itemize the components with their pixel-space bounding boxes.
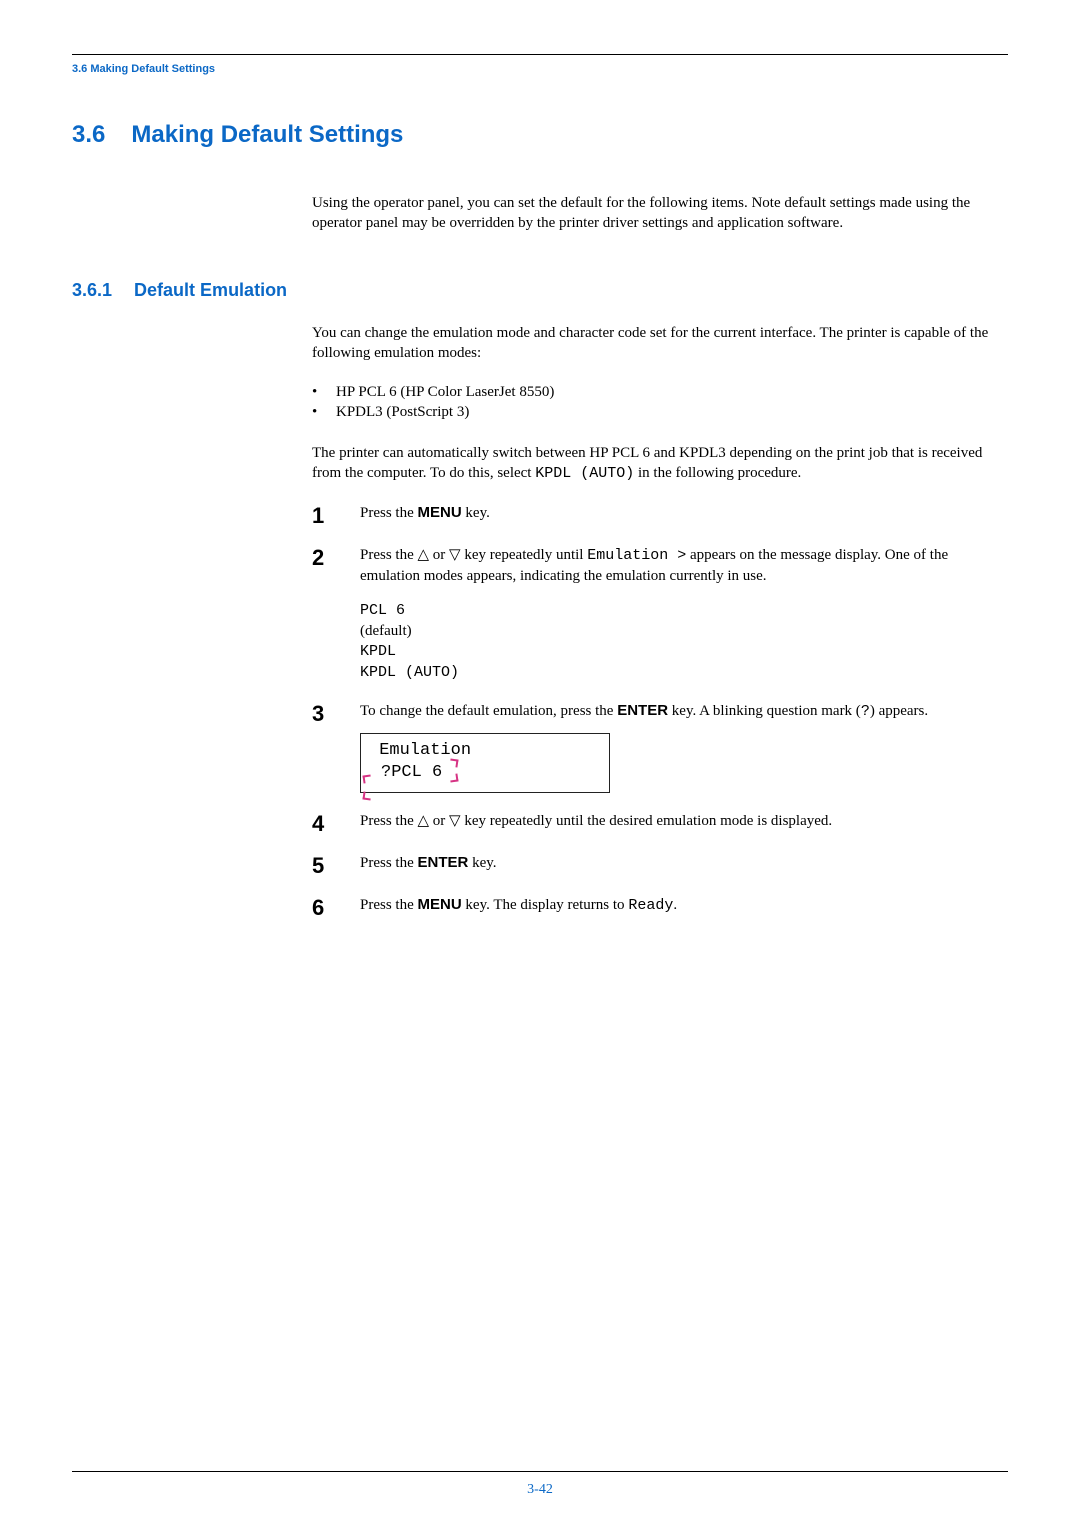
section-heading: 3.6 Making Default Settings bbox=[72, 121, 1008, 149]
step-number-icon: 1 bbox=[312, 505, 334, 527]
key-name: ENTER bbox=[617, 702, 668, 719]
inline-code: KPDL (AUTO) bbox=[535, 465, 634, 482]
subsection-heading: 3.6.1 Default Emulation bbox=[72, 280, 1008, 301]
step-1: 1 Press the MENU key. bbox=[312, 503, 1008, 527]
step-number-icon: 2 bbox=[312, 547, 334, 569]
step-number-icon: 6 bbox=[312, 897, 334, 919]
text-run: key. bbox=[462, 505, 490, 521]
footer-rule bbox=[72, 1471, 1008, 1472]
step-body: Press the MENU key. The display returns … bbox=[360, 895, 1008, 917]
step-number-icon: 5 bbox=[312, 855, 334, 877]
down-triangle-icon: ▽ bbox=[449, 546, 461, 563]
step-6: 6 Press the MENU key. The display return… bbox=[312, 895, 1008, 919]
printer-display-box: Emulation ?PCL 6 bbox=[360, 733, 610, 793]
bullet-text: HP PCL 6 (HP Color LaserJet 8550) bbox=[336, 382, 554, 403]
text-run: Press the bbox=[360, 547, 418, 563]
bullet-dot-icon: • bbox=[312, 402, 318, 423]
section-title: Making Default Settings bbox=[131, 121, 403, 149]
running-header: 3.6 Making Default Settings bbox=[72, 63, 1008, 75]
step-3: 3 To change the default emulation, press… bbox=[312, 701, 1008, 793]
down-triangle-icon: ▽ bbox=[449, 812, 461, 829]
inline-code: ? bbox=[861, 703, 870, 720]
bullet-dot-icon: • bbox=[312, 382, 318, 403]
list-item: • HP PCL 6 (HP Color LaserJet 8550) bbox=[312, 382, 1008, 403]
text-run: key. bbox=[468, 855, 496, 871]
inline-code: KPDL bbox=[360, 642, 1008, 663]
step-4: 4 Press the △ or ▽ key repeatedly until … bbox=[312, 811, 1008, 835]
text-run: key repeatedly until the desired emulati… bbox=[461, 813, 833, 829]
paragraph-2: The printer can automatically switch bet… bbox=[312, 443, 1008, 485]
subsection-title: Default Emulation bbox=[134, 280, 287, 301]
text-run: To change the default emulation, press t… bbox=[360, 703, 617, 719]
step-body: Press the MENU key. bbox=[360, 503, 1008, 524]
text-run: Press the bbox=[360, 897, 418, 913]
paragraph-1: You can change the emulation mode and ch… bbox=[312, 323, 1008, 364]
text-run: ) appears. bbox=[870, 703, 928, 719]
step-body: To change the default emulation, press t… bbox=[360, 701, 1008, 793]
option-line: PCL 6 (default) bbox=[360, 601, 1008, 642]
text-run: key repeatedly until bbox=[461, 547, 588, 563]
text-run: (default) bbox=[360, 623, 412, 639]
text-run: . bbox=[673, 897, 677, 913]
step-number-icon: 4 bbox=[312, 813, 334, 835]
inline-code: Ready bbox=[628, 897, 673, 914]
text-run: key. A blinking question mark ( bbox=[668, 703, 861, 719]
inline-code: PCL 6 bbox=[360, 601, 1008, 622]
text-run: Press the bbox=[360, 855, 418, 871]
text-run: or bbox=[429, 813, 449, 829]
inline-code: KPDL (AUTO) bbox=[360, 663, 1008, 684]
step-body: Press the △ or ▽ key repeatedly until Em… bbox=[360, 545, 1008, 683]
bullet-list: • HP PCL 6 (HP Color LaserJet 8550) • KP… bbox=[312, 382, 1008, 423]
up-triangle-icon: △ bbox=[418, 546, 430, 563]
emulation-options: PCL 6 (default) KPDL KPDL (AUTO) bbox=[360, 601, 1008, 683]
step-body: Press the △ or ▽ key repeatedly until th… bbox=[360, 811, 1008, 832]
display-line: Emulation bbox=[379, 741, 471, 760]
header-rule bbox=[72, 54, 1008, 55]
text-run: key. The display returns to bbox=[462, 897, 629, 913]
text-run: Press the bbox=[360, 505, 418, 521]
page-number: 3-42 bbox=[0, 1482, 1080, 1498]
bullet-text: KPDL3 (PostScript 3) bbox=[336, 402, 469, 423]
text-run: Press the bbox=[360, 813, 418, 829]
text-run: or bbox=[429, 547, 449, 563]
step-2: 2 Press the △ or ▽ key repeatedly until … bbox=[312, 545, 1008, 683]
inline-code: Emulation > bbox=[587, 547, 686, 564]
list-item: • KPDL3 (PostScript 3) bbox=[312, 402, 1008, 423]
key-name: ENTER bbox=[418, 854, 469, 871]
step-5: 5 Press the ENTER key. bbox=[312, 853, 1008, 877]
section-number: 3.6 bbox=[72, 121, 105, 149]
intro-paragraph: Using the operator panel, you can set th… bbox=[312, 193, 1008, 234]
ordered-steps: 1 Press the MENU key. 2 Press the △ or ▽… bbox=[312, 503, 1008, 919]
step-number-icon: 3 bbox=[312, 703, 334, 725]
subsection-number: 3.6.1 bbox=[72, 280, 112, 301]
key-name: MENU bbox=[418, 896, 462, 913]
step-body: Press the ENTER key. bbox=[360, 853, 1008, 874]
text-run: in the following procedure. bbox=[634, 465, 801, 481]
display-line: ?PCL 6 bbox=[381, 763, 442, 782]
key-name: MENU bbox=[418, 504, 462, 521]
up-triangle-icon: △ bbox=[418, 812, 430, 829]
